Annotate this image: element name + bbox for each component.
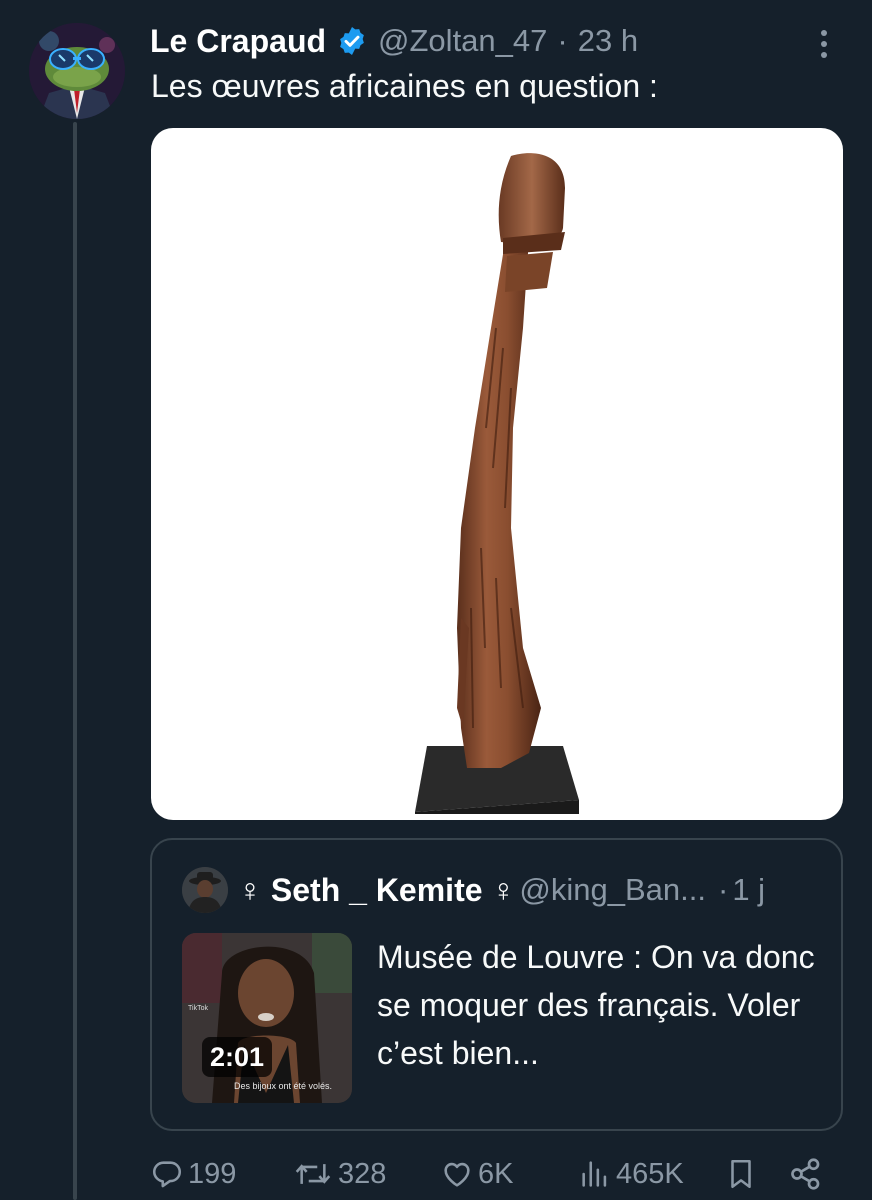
heart-icon: [444, 1162, 470, 1187]
repost-button[interactable]: 328: [292, 1152, 386, 1196]
bookmark-icon: [731, 1159, 751, 1189]
tweet-text: Les œuvres africaines en question :: [151, 68, 658, 104]
like-count: 6K: [478, 1157, 514, 1190]
video-thumbnail-image-icon: [182, 933, 352, 1103]
quoted-tweet-card[interactable]: ♀ Seth _ Kemite ♀ @king_Ban... · 1 j Tik…: [150, 838, 843, 1131]
views-bar-chart-icon: [582, 1161, 607, 1187]
reply-button[interactable]: 199: [150, 1152, 236, 1196]
tweet-thread: Le Crapaud @Zoltan_47 · 23 h Les œuvres …: [0, 0, 872, 1200]
quoted-tweet-timestamp[interactable]: 1 j: [732, 872, 765, 908]
tweet-timestamp[interactable]: 23 h: [578, 23, 638, 59]
more-dot-icon: [821, 52, 827, 58]
bookmark-button[interactable]: [724, 1152, 758, 1196]
quoted-tweet-text: Musée de Louvre : On va donc se moquer d…: [377, 939, 815, 1071]
tweet-action-bar: 199 328 6K 465K: [150, 1152, 840, 1196]
views-button[interactable]: 465K: [578, 1152, 684, 1196]
share-nodes-icon: [791, 1158, 820, 1190]
reply-bubble-icon: [152, 1161, 182, 1188]
like-button[interactable]: 6K: [440, 1152, 513, 1196]
author-avatar[interactable]: [29, 23, 125, 119]
tweet-media-image[interactable]: [151, 128, 843, 820]
tiktok-watermark: TikTok: [188, 1005, 208, 1012]
more-dot-icon: [821, 41, 827, 47]
person-with-hat-avatar-icon: [182, 867, 228, 913]
tweet-header: Le Crapaud @Zoltan_47 · 23 h: [150, 18, 638, 64]
separator-dot: ·: [717, 872, 729, 907]
quoted-author-avatar[interactable]: [182, 867, 228, 913]
share-button[interactable]: [788, 1152, 824, 1196]
wooden-sculpture-image-icon: [415, 153, 579, 814]
quoted-tweet-header: ♀ Seth _ Kemite ♀ @king_Ban... · 1 j: [182, 867, 765, 913]
video-caption-text: Des bijoux ont été volés.: [234, 1081, 333, 1091]
frog-avatar-icon: [29, 23, 125, 119]
repost-arrows-icon: [295, 1164, 331, 1184]
thread-connector-line: [73, 122, 77, 1200]
quoted-video-thumbnail[interactable]: TikTok 2:01 Des bijoux ont été volés.: [182, 933, 352, 1103]
quoted-author-display-name[interactable]: ♀ Seth _ Kemite ♀: [238, 872, 515, 909]
verified-badge-icon: [340, 27, 364, 55]
author-display-name[interactable]: Le Crapaud: [150, 23, 326, 60]
more-dot-icon: [821, 30, 827, 36]
quoted-author-handle[interactable]: @king_Ban...: [519, 872, 706, 908]
reply-count: 199: [188, 1157, 237, 1190]
video-duration-badge: 2:01: [202, 1037, 272, 1077]
views-count: 465K: [616, 1157, 684, 1190]
repost-count: 328: [338, 1157, 387, 1190]
separator-dot: ·: [557, 23, 568, 58]
more-options-button[interactable]: [812, 26, 836, 62]
author-handle[interactable]: @Zoltan_47: [378, 23, 547, 59]
